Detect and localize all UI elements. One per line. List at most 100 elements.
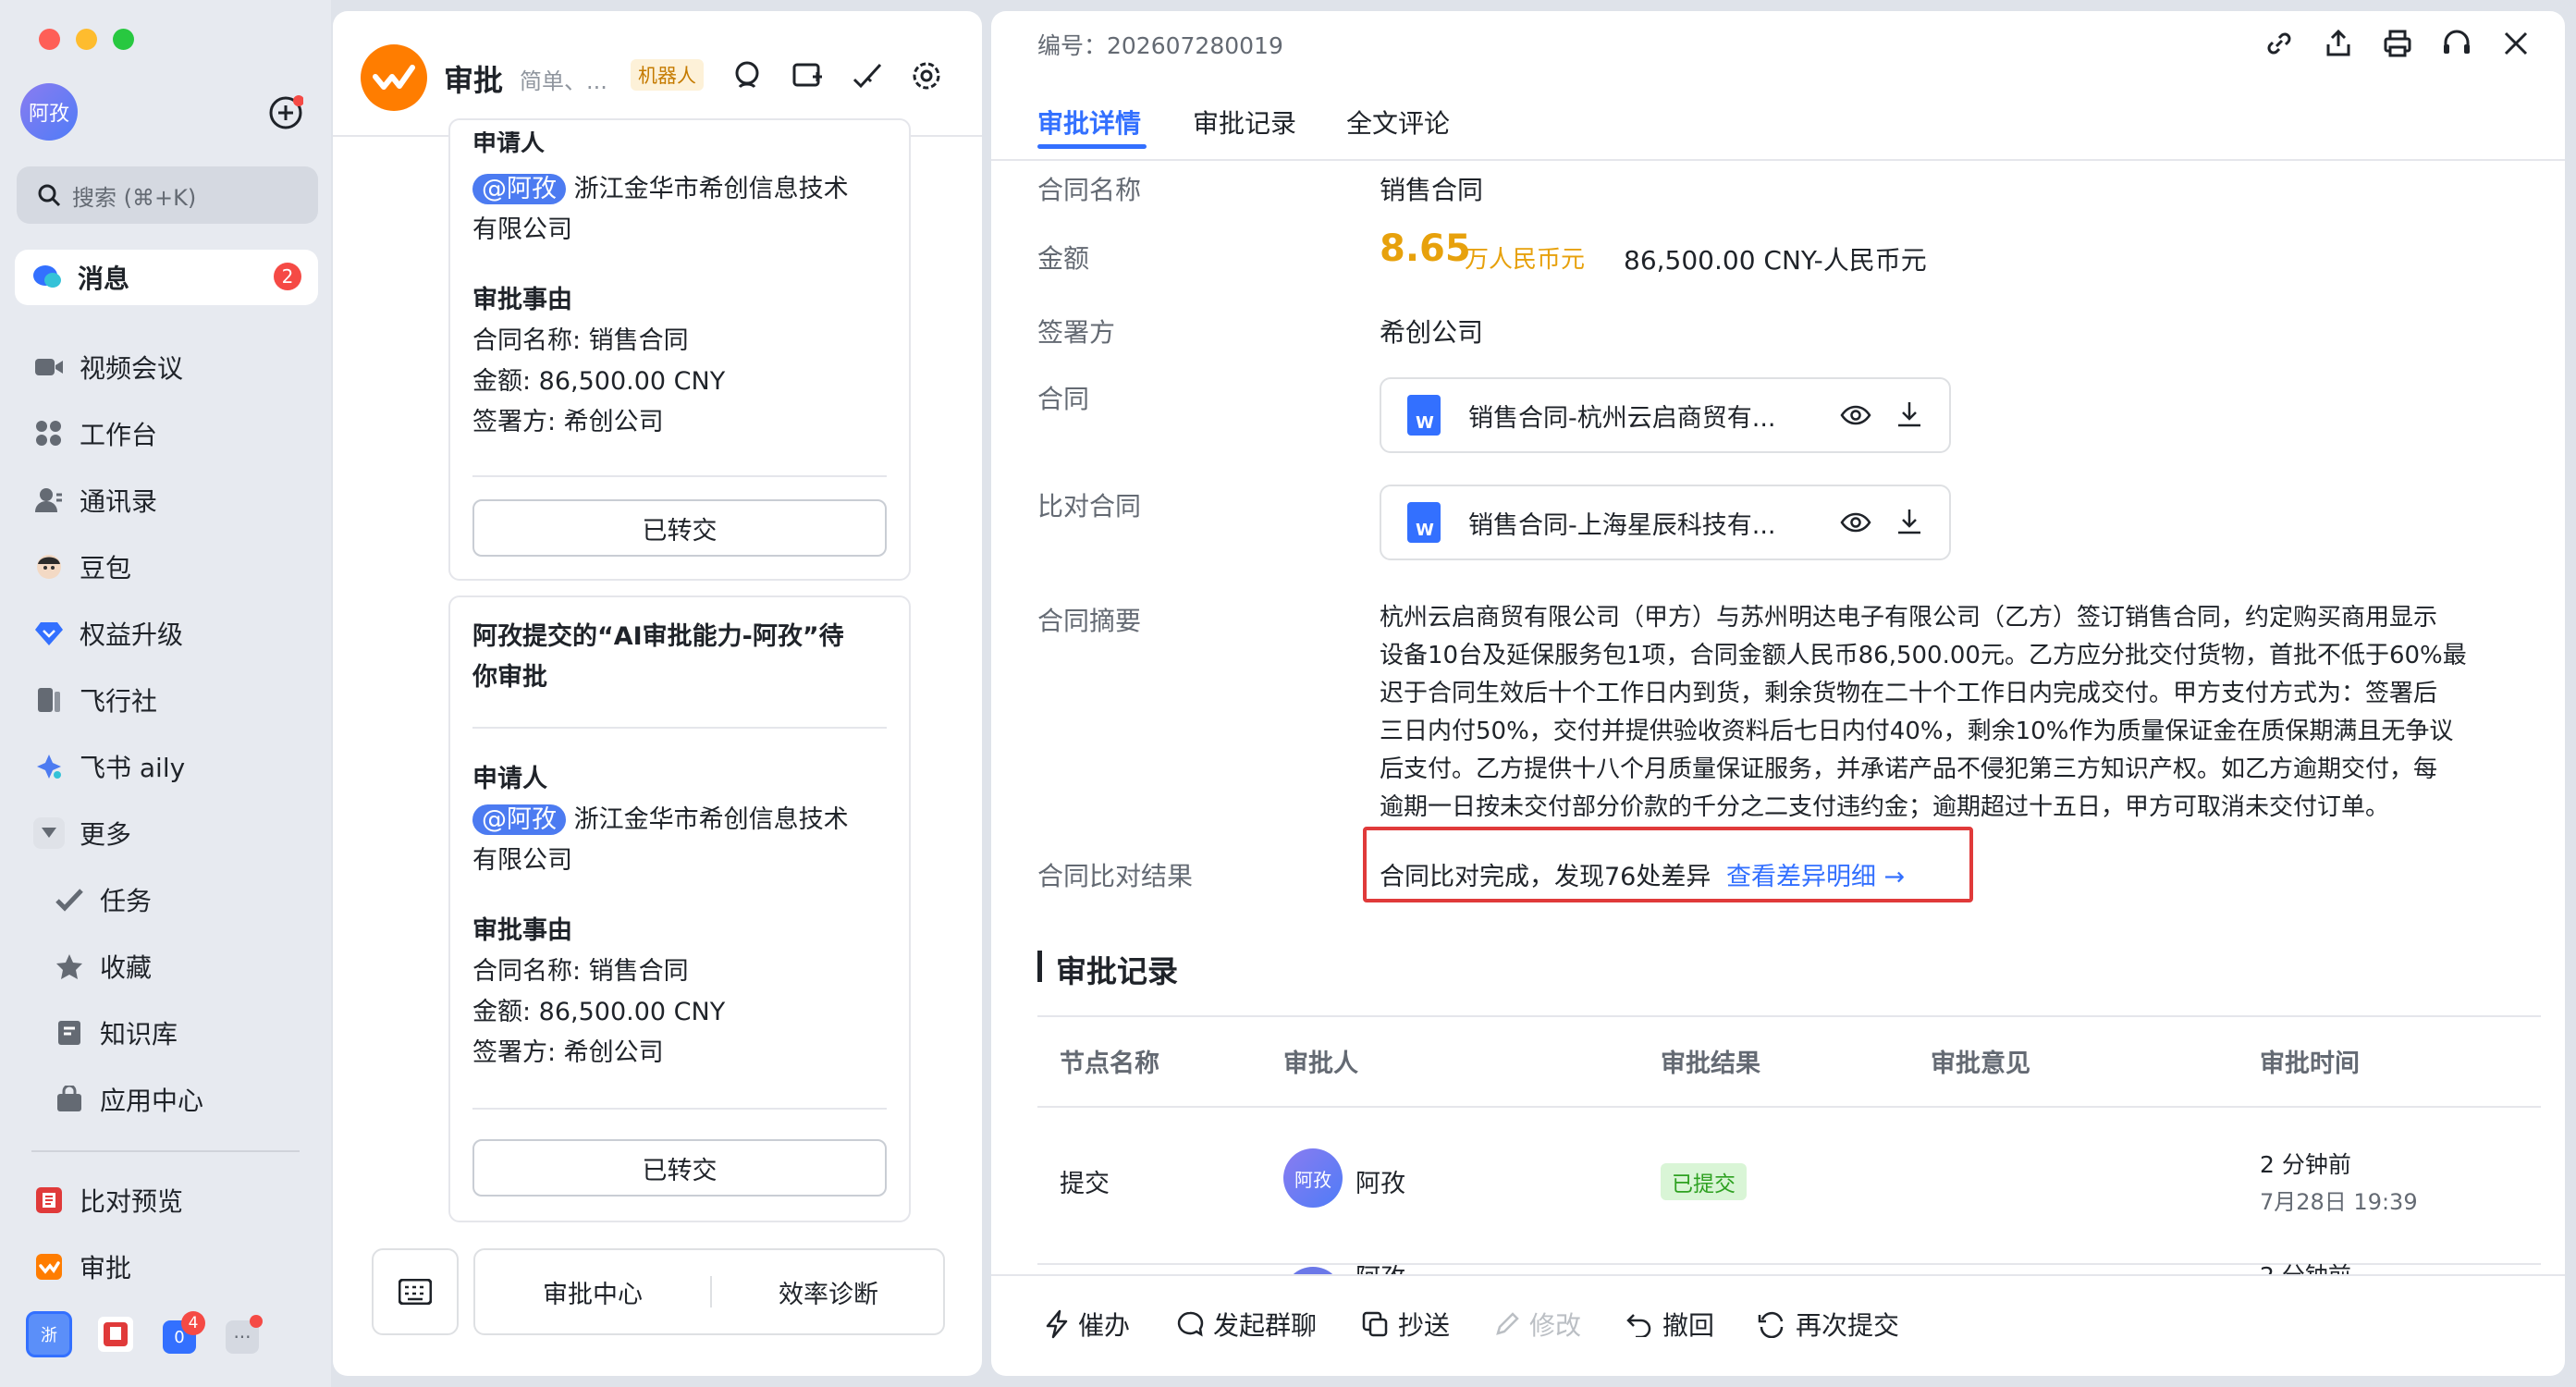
compare-result-text: 合同比对完成，发现76处差异 [1380, 863, 1711, 891]
status-badge: 已提交 [1661, 1163, 1747, 1200]
download-icon[interactable] [1895, 507, 1923, 536]
resubmit-button[interactable]: 再次提交 [1757, 1306, 1899, 1343]
sidebar-item-tasks[interactable]: 任务 [0, 872, 331, 927]
aily-icon [33, 751, 65, 782]
sidebar-item-contacts[interactable]: 通讯录 [0, 473, 331, 528]
sidebar-item-label: 工作台 [80, 420, 158, 450]
keyboard-button[interactable] [372, 1248, 459, 1335]
compare-result: 合同比对完成，发现76处差异 查看差异明细 → [1380, 856, 1905, 892]
applicant-line: @阿孜 浙江金华市希创信息技术 [472, 799, 849, 841]
sidebar-item-favorites[interactable]: 收藏 [0, 939, 331, 994]
reason-line: 合同名称: 销售合同 [472, 957, 689, 986]
compare-file-card[interactable]: 销售合同-上海星辰科技有... [1380, 485, 1951, 560]
approval-center-button[interactable]: 审批中心 [475, 1250, 710, 1333]
grid-icon [33, 418, 65, 449]
sidebar-item-app-center[interactable]: 应用中心 [0, 1072, 331, 1127]
sidebar-item-compare-preview[interactable]: 比对预览 [0, 1172, 331, 1228]
edit-button[interactable]: 修改 [1494, 1306, 1581, 1343]
contract-file-card[interactable]: 销售合同-杭州云启商贸有... [1380, 377, 1951, 453]
sidebar-item-label: 视频会议 [80, 353, 184, 384]
applicant-label: 申请人 [472, 131, 546, 153]
share-icon[interactable] [2323, 28, 2354, 59]
user-avatar[interactable]: 阿孜 [20, 83, 78, 141]
chat-panel: 审批 简单、... 机器人 申请人 @阿孜 浙江金华市希创信息技术 有限公司 审… [333, 11, 982, 1376]
search-input[interactable]: 搜索 (⌘+K) [17, 166, 318, 224]
dock-badge: 4 [181, 1311, 205, 1335]
cc-button[interactable]: 抄送 [1361, 1306, 1450, 1343]
transferred-button[interactable]: 已转交 [472, 499, 887, 557]
summary-line: 三日内付50%，交付并提供验收资料后七日内付40%，剩余10%作为质量保证金在质… [1380, 718, 2454, 745]
tab-comments[interactable]: 全文评论 [1346, 104, 1450, 141]
sidebar-item-feixingshe[interactable]: 飞行社 [0, 672, 331, 728]
bottom-menu: 审批中心 效率诊断 [473, 1248, 945, 1335]
sidebar-item-label: 消息 [78, 264, 130, 294]
add-tab-icon[interactable] [791, 59, 825, 92]
amount-big-value: 8.65 [1380, 227, 1471, 270]
approval-card: 阿孜提交的“AI审批能力-阿孜”待 你审批 申请人 @阿孜 浙江金华市希创信息技… [448, 595, 911, 1222]
sidebar-item-label: 审批 [80, 1253, 132, 1283]
compare-icon [33, 1184, 65, 1216]
toolbar-label: 撤回 [1662, 1310, 1715, 1341]
sidebar-item-aily[interactable]: 飞书 aily [0, 739, 331, 794]
efficiency-diagnosis-button[interactable]: 效率诊断 [712, 1250, 945, 1333]
withdraw-button[interactable]: 撤回 [1625, 1306, 1714, 1343]
gear-icon[interactable] [910, 59, 943, 92]
sidebar-item-approval[interactable]: 审批 [0, 1239, 331, 1295]
table-row: 阿孜 2 分钟前 [991, 1263, 2565, 1274]
sidebar-item-workspace[interactable]: 工作台 [0, 406, 331, 461]
sidebar-item-label: 通讯录 [80, 486, 158, 517]
word-doc-icon [1407, 395, 1441, 436]
time-absolute: 7月28日 19:39 [2260, 1189, 2418, 1215]
sidebar-item-label: 应用中心 [100, 1086, 204, 1116]
add-icon[interactable] [268, 95, 303, 130]
card-title-cont: 你审批 [472, 663, 547, 692]
record-section-title: 审批记录 [1056, 953, 1178, 989]
download-icon[interactable] [1895, 399, 1923, 429]
tab-approval-record[interactable]: 审批记录 [1193, 104, 1296, 141]
pen-check-icon[interactable] [851, 59, 884, 92]
preview-eye-icon[interactable] [1840, 401, 1871, 429]
sidebar-item-wiki[interactable]: 知识库 [0, 1005, 331, 1061]
transferred-button[interactable]: 已转交 [472, 1139, 887, 1197]
summary-line: 逾期一日按未交付部分价款的千分之二支付违约金；逾期超过十五日，甲方可取消未交付订… [1380, 793, 2390, 821]
link-icon[interactable] [2263, 28, 2295, 59]
card-divider [472, 475, 887, 477]
sidebar-item-doubao[interactable]: 豆包 [0, 539, 331, 595]
sidebar-item-label: 更多 [80, 819, 132, 850]
chat-title: 审批 [444, 63, 504, 98]
tab-approval-detail[interactable]: 审批详情 [1037, 104, 1141, 141]
sidebar-item-label: 权益升级 [80, 620, 184, 650]
sidebar-item-video[interactable]: 视频会议 [0, 339, 331, 395]
sidebar-item-label: 豆包 [80, 553, 132, 583]
summary-line: 杭州云启商贸有限公司（甲方）与苏州明达电子有限公司（乙方）签订销售合同，约定购买… [1380, 604, 2438, 632]
view-diff-link[interactable]: 查看差异明细 → [1726, 863, 1905, 891]
field-label: 比对合同 [1037, 491, 1142, 522]
amount-unit: 万人民币元 [1465, 246, 1586, 274]
sidebar-item-upgrade[interactable]: 权益升级 [0, 606, 331, 661]
mention-chip[interactable]: @阿孜 [472, 174, 566, 204]
dock-org-icon[interactable]: 浙 [26, 1311, 72, 1357]
dock-app-icon[interactable] [98, 1317, 133, 1352]
group-chat-button[interactable]: 发起群聊 [1176, 1306, 1317, 1343]
video-icon [33, 351, 65, 383]
preview-eye-icon[interactable] [1840, 509, 1871, 536]
close-icon[interactable] [2500, 28, 2532, 59]
approval-bot-avatar[interactable] [361, 44, 427, 111]
search-chat-icon[interactable] [732, 59, 766, 92]
sidebar-divider [31, 1150, 300, 1152]
diamond-icon [33, 618, 65, 649]
approver-avatar[interactable]: 阿孜 [1283, 1148, 1343, 1208]
close-window-button[interactable] [39, 29, 60, 50]
approval-card: 申请人 @阿孜 浙江金华市希创信息技术 有限公司 审批事由 合同名称: 销售合同… [448, 118, 911, 581]
headset-icon[interactable] [2441, 28, 2472, 59]
urge-button[interactable]: 催办 [1045, 1306, 1130, 1343]
print-icon[interactable] [2382, 28, 2413, 59]
field-label: 合同 [1037, 384, 1090, 414]
contract-summary: 杭州云启商贸有限公司（甲方）与苏州明达电子有限公司（乙方）签订销售合同，约定购买… [1380, 599, 2535, 827]
sidebar-item-more[interactable]: 更多 [0, 805, 331, 861]
sidebar-item-messages[interactable]: 消息 2 [15, 250, 318, 305]
mention-chip[interactable]: @阿孜 [472, 804, 566, 835]
zoom-window-button[interactable] [113, 29, 134, 50]
toolbar-divider [991, 1274, 2565, 1276]
minimize-window-button[interactable] [76, 29, 97, 50]
